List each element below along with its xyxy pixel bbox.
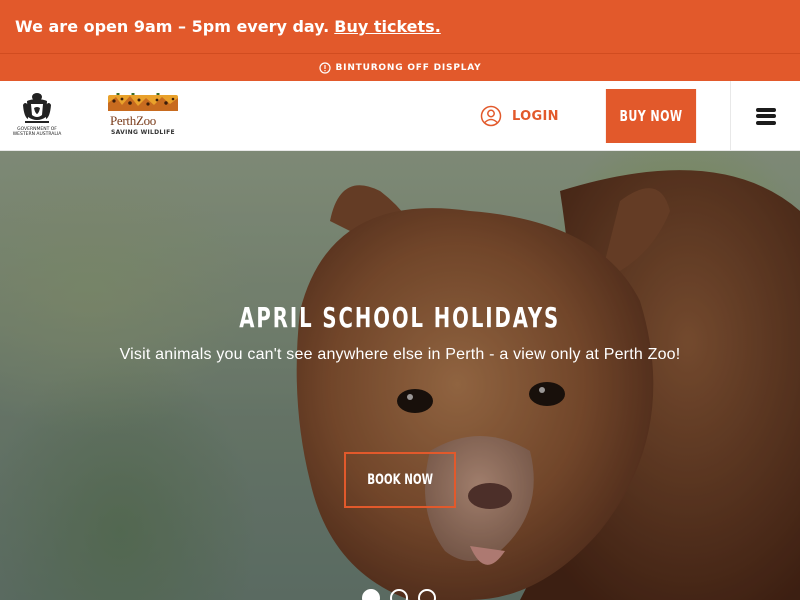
zoo-logo-name: PerthZoo xyxy=(110,113,156,128)
info-icon xyxy=(318,61,331,74)
buy-now-button[interactable]: BUY NOW xyxy=(605,89,697,143)
hero-overlay xyxy=(0,151,800,600)
zoo-logo-graphic xyxy=(108,93,178,111)
menu-button[interactable] xyxy=(730,81,800,151)
gov-logo-text: GOVERNMENT OF WESTERN AUSTRALIA xyxy=(12,127,62,137)
site-header: GOVERNMENT OF WESTERN AUSTRALIA PerthZoo… xyxy=(0,81,800,151)
buy-tickets-link[interactable]: Buy tickets. xyxy=(334,17,441,36)
hero-carousel: APRIL SCHOOL HOLIDAYS Visit animals you … xyxy=(0,151,800,600)
hero-title: APRIL SCHOOL HOLIDAYS xyxy=(239,301,561,334)
announcement-banner: We are open 9am – 5pm every day. Buy tic… xyxy=(0,0,800,53)
book-now-button[interactable]: BOOK NOW xyxy=(344,452,456,508)
hero-subtitle: Visit animals you can't see anywhere els… xyxy=(119,346,681,363)
crest-icon xyxy=(23,93,51,123)
government-of-western-australia-logo[interactable]: GOVERNMENT OF WESTERN AUSTRALIA xyxy=(10,91,64,143)
carousel-dot-3[interactable] xyxy=(418,589,436,600)
carousel-dot-1[interactable] xyxy=(362,589,380,600)
carousel-dot-2[interactable] xyxy=(390,589,408,600)
zoo-logo-tagline: SAVING WILDLIFE xyxy=(111,129,175,136)
hamburger-menu-icon xyxy=(755,105,776,127)
user-icon xyxy=(480,105,502,127)
opening-hours-text: We are open 9am – 5pm every day. xyxy=(15,17,330,36)
login-label: LOGIN xyxy=(512,108,559,124)
login-link[interactable]: LOGIN xyxy=(480,105,559,127)
alert-text: BINTURONG OFF DISPLAY xyxy=(335,62,482,73)
perth-zoo-logo[interactable]: PerthZoo SAVING WILDLIFE xyxy=(108,93,180,141)
alert-bar[interactable]: BINTURONG OFF DISPLAY xyxy=(0,53,800,81)
carousel-dots xyxy=(362,589,436,600)
